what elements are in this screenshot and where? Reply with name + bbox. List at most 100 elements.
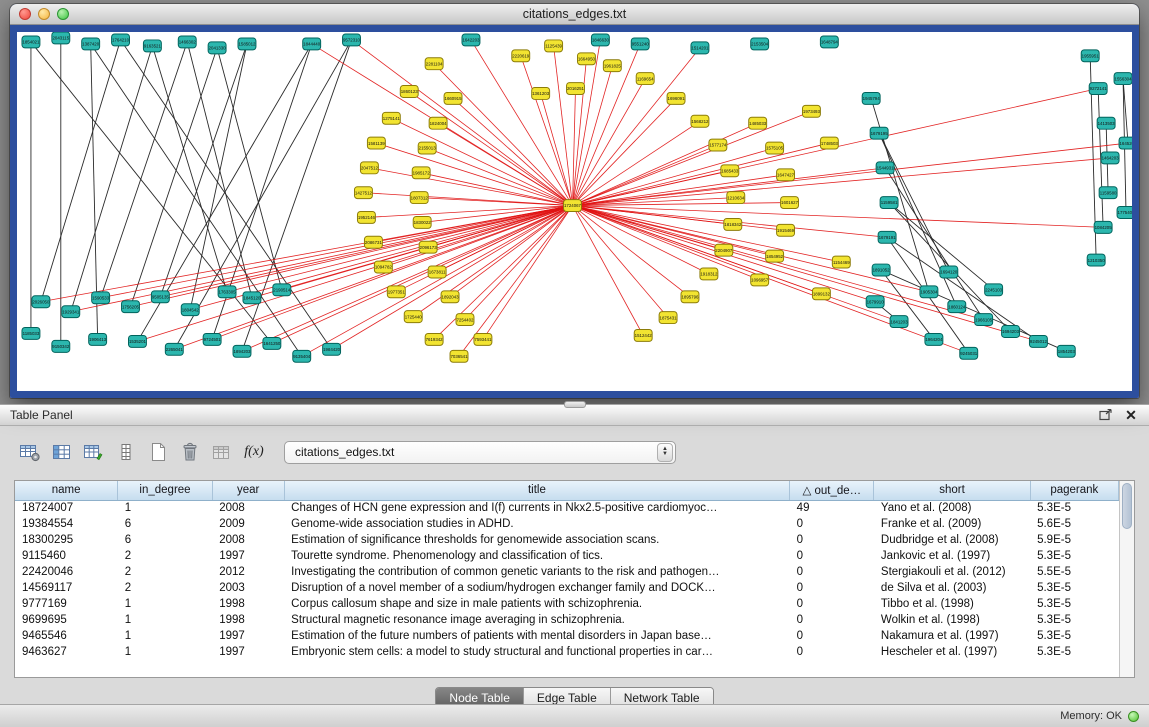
network-node[interactable]: 1892043 [441,291,459,303]
network-node[interactable]: 1905304 [920,286,938,298]
network-node[interactable]: 1535201 [129,335,147,347]
minimize-window-button[interactable] [38,8,50,20]
table-row[interactable]: 1830029562008Estimation of significance … [15,532,1119,548]
network-node[interactable]: 1485033 [749,117,767,129]
network-node[interactable]: 1590533 [92,292,110,304]
network-node[interactable]: 1159580 [1099,187,1117,199]
network-node[interactable]: 1929341 [62,306,80,318]
network-node[interactable]: 1696091 [667,92,685,104]
network-node[interactable]: 1945794 [862,92,880,104]
table-row[interactable]: 1872400712008Changes of HCN gene express… [15,500,1119,516]
table-row[interactable]: 1456911722003Disruption of a novel membe… [15,580,1119,596]
network-node[interactable]: 1756205 [122,301,140,313]
network-node[interactable]: 1210634 [727,192,745,204]
network-node[interactable]: 1961825 [603,60,621,72]
network-node[interactable]: 1645203 [1119,137,1132,149]
network-node[interactable]: 2153504 [751,38,769,50]
import-table-button[interactable] [206,438,238,466]
network-node[interactable]: 7036541 [450,350,468,362]
network-node[interactable]: 1895796 [681,291,699,303]
network-node[interactable]: 1906413 [89,333,107,345]
network-node[interactable]: 1466302 [178,36,196,48]
delete-table-button[interactable] [174,438,206,466]
network-node[interactable]: 1854021 [22,36,40,48]
network-node[interactable]: 1660915 [444,92,462,104]
network-node[interactable]: 2245103 [985,284,1003,296]
table-row[interactable]: 946362711997Embryonic stem cells: a mode… [15,644,1119,660]
table-row[interactable]: 946554611997Estimation of the future num… [15,628,1119,644]
network-node[interactable]: 1841203 [890,316,908,328]
network-node[interactable]: 9245031 [960,347,978,359]
network-node[interactable]: 9245012 [1029,335,1047,347]
network-node[interactable]: 1973493 [802,105,820,117]
network-node[interactable]: 2041330 [208,42,226,54]
table-settings-button[interactable] [14,438,46,466]
table-selector-dropdown[interactable]: citations_edges.txt ▲▼ [284,441,676,464]
network-node[interactable]: 9724501 [203,333,221,345]
network-node[interactable]: 1094782 [374,261,392,273]
network-node[interactable]: 1413503 [1097,117,1115,129]
table-scrollbar-thumb[interactable] [1122,483,1132,529]
network-node[interactable]: 1664950 [577,53,595,65]
table-row[interactable]: 969969511998Structural magnetic resonanc… [15,612,1119,628]
function-builder-button[interactable]: f(x) [238,438,270,466]
column-header-title[interactable]: title [284,481,790,500]
network-node[interactable]: 1694120 [940,266,958,278]
network-node[interactable]: 1679191 [878,231,896,243]
network-node[interactable]: 1775404 [1117,207,1132,219]
table-row[interactable]: 1938455462009Genome-wide association stu… [15,516,1119,532]
network-node[interactable]: 7254402 [456,314,474,326]
network-node[interactable]: 1084205 [1094,221,1112,233]
network-node[interactable]: 1764210 [112,34,130,46]
network-node[interactable]: 1673811 [428,266,446,278]
network-node[interactable]: 1387420 [82,38,100,50]
network-node[interactable]: 9163521 [143,40,161,52]
table-row[interactable]: 911546021997Tourette syndrome. Phenomeno… [15,548,1119,564]
network-node[interactable]: 2026050 [32,296,50,308]
network-node[interactable]: 1844440 [303,38,321,50]
network-node[interactable]: 1918312 [700,268,718,280]
panel-resize-handle[interactable] [564,401,586,408]
table-scrollbar[interactable] [1119,481,1134,677]
network-node[interactable]: 2155013 [418,142,436,154]
network-hub-node[interactable]: 1724067 [564,200,582,212]
float-panel-icon[interactable] [1097,408,1113,422]
network-node[interactable]: 1854203 [1057,345,1075,357]
network-node[interactable]: 1763305 [218,286,236,298]
row-tools-button[interactable] [110,438,142,466]
network-node[interactable]: 1977351 [387,286,405,298]
network-node[interactable]: 1512442 [634,330,652,342]
table-row[interactable]: 977716911998Corpus callosum shape and si… [15,596,1119,612]
column-header-pagerank[interactable]: pagerank [1030,481,1118,500]
network-node[interactable]: 7593441 [474,333,492,345]
network-node[interactable]: 1169654 [636,73,654,85]
column-header-name[interactable]: name [15,481,118,500]
network-node[interactable]: 1694203 [1002,326,1020,338]
close-window-button[interactable] [19,8,31,20]
column-header-out_de[interactable]: △ out_de… [790,481,874,500]
network-node[interactable]: 1679195 [870,127,888,139]
network-node[interactable]: 1955951 [1081,50,1099,62]
network-node[interactable]: 1679910 [866,296,884,308]
network-node[interactable]: 1585012 [238,38,256,50]
column-header-year[interactable]: year [212,481,284,500]
column-header-short[interactable]: short [874,481,1030,500]
network-node[interactable]: 9572310 [343,34,361,46]
network-node[interactable]: 1860123 [400,86,418,98]
network-node[interactable]: 2265041 [165,343,183,355]
network-node[interactable]: 9135404 [293,350,311,362]
network-node[interactable]: 1642203 [462,34,480,46]
new-table-button[interactable] [142,438,174,466]
network-node[interactable]: 1648794 [820,36,838,48]
network-node[interactable]: 2190514 [273,284,291,296]
network-node[interactable]: 1860124 [948,301,966,313]
network-node[interactable]: 1641250 [263,337,281,349]
table-row[interactable]: 2242004622012Investigating the contribut… [15,564,1119,580]
network-node[interactable]: 7619342 [425,333,443,345]
network-node[interactable]: 1804542 [181,304,199,316]
network-node[interactable]: 1854952 [766,250,784,262]
network-node[interactable]: 9551240 [631,38,649,50]
network-node[interactable]: 2220619 [512,50,530,62]
network-node[interactable]: 9505135 [151,291,169,303]
network-node[interactable]: 1985172 [412,167,430,179]
